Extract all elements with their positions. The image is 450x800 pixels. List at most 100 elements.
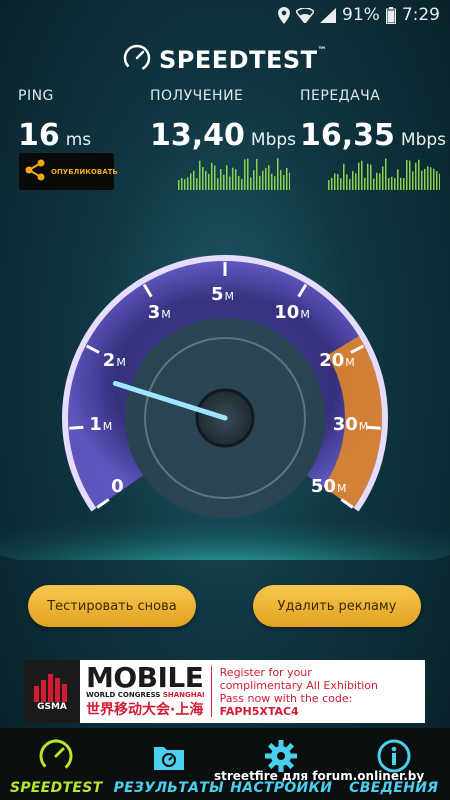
sparkline-bar [250,177,252,190]
sparkline-bar [259,175,261,190]
sparkline-bar [229,176,231,190]
sparkline-bar [439,173,440,190]
sparkline-bar [181,177,183,190]
ping-value: 16 ms [18,118,92,153]
nav-label: РЕЗУЛЬТАТЫ [113,780,224,796]
gauge-tick-label: 30M [332,413,369,435]
sparkline-bar [232,167,234,190]
sparkline-bar [409,160,411,190]
app-title: SPEEDTEST™ [158,46,327,74]
download-metric: ПОЛУЧЕНИЕ 13,40 Mbps [150,88,296,153]
sparkline-bar [433,168,435,190]
sparkline-bar [226,165,228,190]
sparkline-bar [400,177,402,190]
remove-ads-button[interactable]: Удалить рекламу [253,585,421,627]
sparkline-bar [190,173,192,190]
sparkline-bar [247,158,249,190]
sparkline-bar [427,166,429,190]
status-bar: 91% 7:29 [0,0,450,30]
sparkline-bar [397,169,399,190]
sparkline-bar [334,173,336,190]
gauge-tick-mark [366,425,381,430]
sparkline-bar [286,167,288,190]
ad-banner[interactable]: GSMA MOBILE WORLD CONGRESS SHANGHAI 世界移动… [24,660,425,723]
upload-label: ПЕРЕДАЧА [300,88,381,104]
sparkline-bar [367,163,369,190]
sparkline-bar [196,178,198,190]
nav-settings[interactable]: НАСТРОЙКИ [225,728,338,800]
upload-value: 16,35 Mbps [300,118,447,153]
sparkline-bar [340,178,342,190]
sparkline-bar [361,160,363,190]
sparkline-bar [244,159,246,190]
gauge-tick-label: 5M [211,284,235,305]
ping-metric: PING 16 ms [18,88,91,153]
sparkline-bar [202,167,204,190]
sparkline-bar [352,171,354,190]
sparkline-bar [406,159,408,190]
sparkline-bar [283,174,285,190]
speedometer-icon [39,739,73,773]
ad-line: complimentary All Exhibition [219,678,379,692]
nav-results[interactable]: РЕЗУЛЬТАТЫ [113,728,226,800]
sparkline-bar [346,174,348,190]
ad-message: Register for your complimentary All Exhi… [210,665,379,718]
battery-icon [385,6,396,24]
sparkline-bar [274,176,276,190]
sparkline-bar [208,173,210,190]
sparkline-bar [388,178,390,190]
sparkline-bar [382,166,384,190]
nav-speedtest[interactable]: SPEEDTEST [0,728,113,800]
sparkline-bar [262,170,264,190]
gauge-tick-label: 2M [102,349,126,371]
nav-info[interactable]: СВЕДЕНИЯ [338,728,450,800]
location-icon [278,6,291,24]
ad-event: MOBILE WORLD CONGRESS SHANGHAI 世界移动大会·上海 [80,660,211,723]
app-header: SPEEDTEST™ [0,44,450,76]
gsma-text: GSMA [37,701,67,712]
bottom-nav: SPEEDTEST РЕЗУЛЬТАТЫ НАСТРОЙКИ СВЕДЕНИЯ [0,728,450,800]
speedometer-logo-icon [123,44,151,76]
sparkline-bar [331,177,333,190]
sparkline-bar [217,178,219,190]
sparkline-bar [412,171,414,190]
sparkline-bar [394,178,396,190]
gauge-tick-mark [69,425,84,430]
sparkline-bar [337,174,339,190]
sparkline-bar [178,180,180,190]
gsma-logo: GSMA [24,660,80,723]
sparkline-bar [265,167,267,190]
gauge-tick-label: 50M [310,475,347,497]
ad-subtitle: WORLD CONGRESS SHANGHAI [86,690,205,699]
retest-button[interactable]: Тестировать снова [28,585,196,627]
ad-code: FAPH5XTAC4 [219,704,299,718]
sparkline-bar [421,170,423,190]
ad-line: Pass now with the code: [219,691,353,705]
gauge-tick-label: 10M [274,301,310,323]
gauge-tick-label: 20M [319,349,355,371]
upload-sparkline [328,158,440,190]
speed-gauge: 0 1M 2M 3M 5M 10M 20M 30M 50M [0,240,450,580]
sparkline-bar [253,170,255,190]
sparkline-bar [199,160,201,190]
sparkline-bar [271,173,273,190]
sparkline-bar [241,178,243,190]
sparkline-bar [280,170,282,190]
sparkline-bar [430,167,432,190]
upload-metric: ПЕРЕДАЧА 16,35 Mbps [300,88,446,153]
gauge-tick-label: 0 [111,475,124,497]
nav-label: SPEEDTEST [9,780,103,796]
share-button[interactable]: ОПУБЛИКОВАТЬ [19,153,118,190]
ad-line: Register for your [219,665,312,679]
sparkline-bar [328,180,330,190]
sparkline-bar [289,172,290,190]
sparkline-bar [211,162,213,190]
sparkline-bar [343,163,345,190]
clock: 7:29 [401,5,440,25]
signal-icon [320,7,337,23]
sparkline-bar [349,178,351,190]
watermark: streetfire для forum.onliner.by [214,769,425,783]
share-icon [25,159,45,185]
sparkline-bar [214,165,216,190]
sparkline-bar [268,165,270,190]
